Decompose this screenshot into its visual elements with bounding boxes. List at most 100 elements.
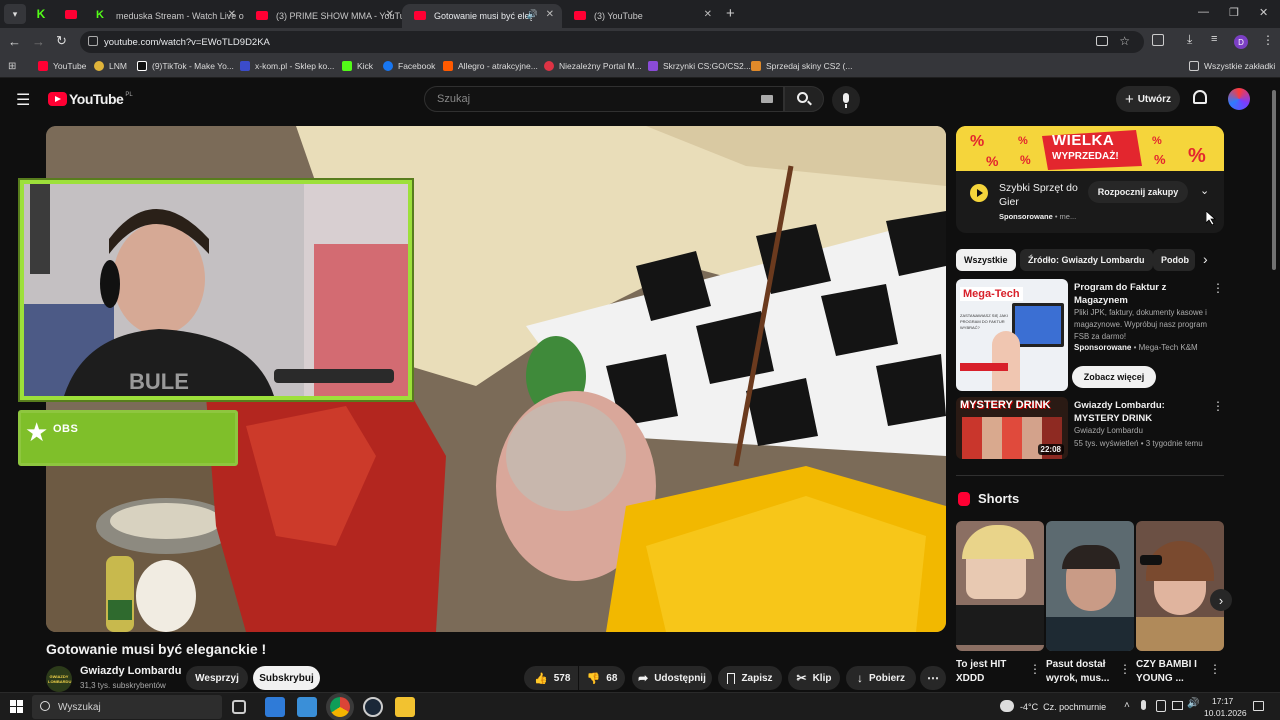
reload-button[interactable]: ↻ [56, 33, 67, 49]
chrome-icon[interactable] [330, 697, 350, 717]
site-info-icon[interactable] [88, 36, 98, 46]
task-view-icon[interactable] [232, 700, 246, 714]
pinned-tab-kick[interactable]: K [30, 4, 52, 24]
more-options-icon[interactable]: ⋮ [1212, 281, 1224, 295]
related-ad-item[interactable]: Mega-Tech ZASTANAWIASZ SIĘ JAKI PROGRAM … [956, 279, 1224, 391]
related-thumbnail[interactable]: Mega-Tech ZASTANAWIASZ SIĘ JAKI PROGRAM … [956, 279, 1068, 391]
close-icon[interactable]: ✕ [228, 9, 236, 20]
ad-banner[interactable]: % % % % % % % WIELKA WYPRZEDAŻ! [956, 126, 1224, 171]
more-actions-button[interactable]: ⋯ [920, 666, 946, 690]
share-button[interactable]: ➦ Udostępnij [632, 666, 712, 690]
tab-youtube-home[interactable]: (3) YouTube ✕ [562, 4, 720, 28]
search-input[interactable]: Szukaj [424, 86, 784, 112]
shorts-next-button[interactable]: › [1210, 589, 1232, 611]
more-options-icon[interactable]: ⋮ [1119, 662, 1131, 676]
volume-icon[interactable]: 🔊 [1187, 698, 1199, 709]
bookmark-star-icon[interactable]: ☆ [1119, 34, 1130, 48]
like-button[interactable]: 👍 578 [524, 666, 578, 690]
weather-icon[interactable] [1000, 700, 1014, 712]
close-icon[interactable]: ✕ [546, 9, 554, 20]
search-button[interactable] [784, 86, 824, 112]
channel-name[interactable]: Gwiazdy Lombardu [80, 665, 181, 677]
minimize-button[interactable]: — [1198, 6, 1209, 18]
chevron-down-icon[interactable]: ⌄ [1200, 184, 1209, 197]
bookmark-lnm[interactable]: LNM [94, 61, 127, 71]
chip-similar[interactable]: Podob [1153, 249, 1195, 271]
bookmark-facebook[interactable]: Facebook [383, 61, 435, 71]
related-video-item[interactable]: MYSTERY DRINK 22:08 Gwiazdy Lombardu: MY… [956, 397, 1224, 459]
notifications-icon[interactable] [1253, 701, 1264, 711]
page-scrollbar[interactable] [1270, 82, 1278, 690]
pinned-tab-youtube[interactable] [60, 4, 82, 24]
file-explorer-icon[interactable] [297, 697, 317, 717]
short-title[interactable]: To jest HIT XDDD [956, 658, 1016, 686]
bookmark-portal[interactable]: Niezależny Portal M... [544, 61, 642, 71]
tab-prime-show[interactable]: (3) PRIME SHOW MMA - YouTu ✕ [244, 4, 402, 28]
app-icon-blue[interactable] [265, 697, 285, 717]
more-options-icon[interactable]: ⋮ [1209, 662, 1221, 676]
weather-text[interactable]: -4°C Cz. pochmurnie [1020, 702, 1106, 712]
app-icon-yellow[interactable] [395, 697, 415, 717]
speaker-icon[interactable]: 🔊 [527, 9, 538, 20]
extensions-icon[interactable] [1152, 34, 1164, 46]
keyboard-icon[interactable] [761, 95, 773, 103]
download-button[interactable]: ↓ Pobierz [846, 666, 916, 690]
download-icon[interactable]: ⤓ [1187, 32, 1192, 47]
close-window-button[interactable]: ✕ [1259, 6, 1268, 19]
clock-time[interactable]: 17:17 [1212, 696, 1233, 706]
notifications-bell-icon[interactable] [1193, 90, 1207, 104]
tab-search-button[interactable]: ▾ [4, 4, 26, 24]
short-item-3[interactable] [1136, 521, 1224, 651]
short-item-2[interactable] [1046, 521, 1134, 651]
chip-all[interactable]: Wszystkie [956, 249, 1016, 271]
create-button[interactable]: + Utwórz [1116, 86, 1180, 112]
forward-button[interactable]: → [32, 34, 45, 49]
short-item-1[interactable] [956, 521, 1044, 651]
close-icon[interactable]: ✕ [386, 9, 394, 20]
bookmark-xkom[interactable]: x-kom.pl - Sklep ko... [240, 61, 334, 71]
bookmark-kick[interactable]: Kick [342, 61, 373, 71]
see-more-button[interactable]: Zobacz więcej [1072, 366, 1156, 388]
close-icon[interactable]: ✕ [704, 9, 712, 20]
apps-grid-icon[interactable]: ⊞ [8, 61, 16, 72]
all-bookmarks-folder[interactable]: Wszystkie zakładki [1189, 61, 1275, 71]
address-bar[interactable]: youtube.com/watch?v=EWoTLD9D2KA ☆ [80, 31, 1144, 53]
hamburger-menu-icon[interactable]: ☰ [16, 90, 30, 110]
chip-source-channel[interactable]: Źródło: Gwiazdy Lombardu [1020, 249, 1153, 271]
tab-meduska[interactable]: K meduska Stream - Watch Live o ✕ [84, 4, 244, 28]
short-title[interactable]: Pasut dostał wyrok, mus... [1046, 658, 1112, 686]
install-app-icon[interactable] [1096, 36, 1108, 46]
bookmark-youtube[interactable]: YouTube [38, 61, 86, 71]
account-avatar[interactable] [1228, 88, 1250, 110]
more-options-icon[interactable]: ⋮ [1212, 399, 1224, 413]
bookmark-tiktok[interactable]: (9)TikTok - Make Yo... [137, 61, 234, 71]
dislike-button[interactable]: 👎 68 [579, 666, 625, 690]
tray-chevron-icon[interactable]: ˄ [1124, 700, 1130, 711]
short-title[interactable]: CZY BAMBI I YOUNG ... [1136, 658, 1204, 686]
subscribe-button[interactable]: Subskrybuj [253, 666, 320, 690]
tray-app-icon[interactable] [1156, 700, 1166, 712]
related-thumbnail[interactable]: MYSTERY DRINK 22:08 [956, 397, 1068, 459]
chevron-right-icon[interactable]: › [1203, 251, 1208, 267]
media-control-icon[interactable]: ≡ [1211, 33, 1217, 45]
profile-avatar[interactable]: D [1234, 35, 1248, 49]
voice-search-button[interactable] [832, 86, 860, 114]
youtube-logo[interactable]: YouTube PL [48, 91, 133, 107]
more-options-icon[interactable]: ⋮ [1029, 662, 1041, 676]
menu-kebab-icon[interactable]: ⋮ [1262, 33, 1274, 47]
new-tab-button[interactable]: + [726, 5, 735, 22]
ad-cta-button[interactable]: Rozpocznij zakupy [1088, 181, 1188, 203]
windows-start-icon[interactable] [10, 700, 23, 713]
bookmark-skiny[interactable]: Sprzedaj skiny CS2 (... [751, 61, 852, 71]
steam-icon[interactable] [363, 697, 383, 717]
clip-button[interactable]: ✂ Klip [788, 666, 840, 690]
restore-button[interactable]: ❐ [1229, 6, 1239, 19]
sponsored-ad-card[interactable]: % % % % % % % WIELKA WYPRZEDAŻ! Szybki S… [956, 126, 1224, 233]
save-button[interactable]: Zapisz [718, 666, 782, 690]
scrollbar-thumb[interactable] [1272, 90, 1276, 270]
clock-date[interactable]: 10.01.2026 [1204, 708, 1247, 718]
microphone-tray-icon[interactable] [1141, 700, 1146, 710]
network-icon[interactable] [1172, 701, 1183, 710]
bookmark-skrzynki[interactable]: Skrzynki CS:GO/CS2... [648, 61, 751, 71]
taskbar-search[interactable]: Wyszukaj [32, 695, 222, 719]
